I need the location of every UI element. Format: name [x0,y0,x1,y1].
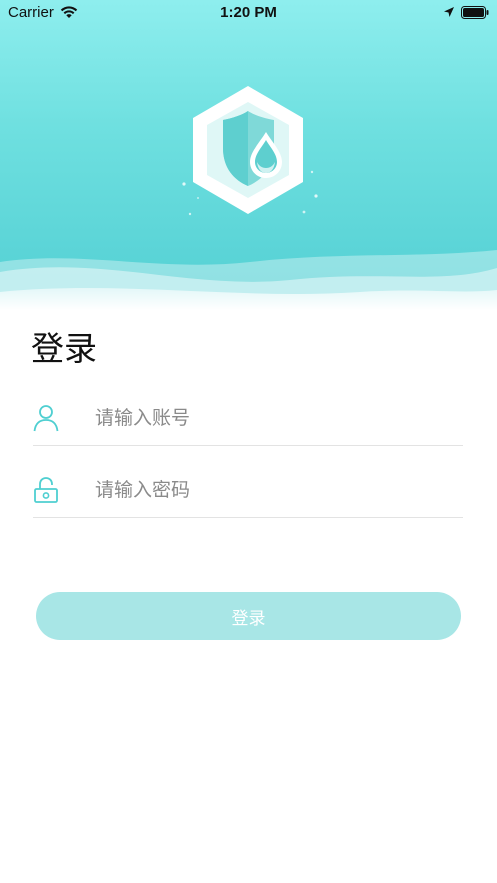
status-bar: Carrier 1:20 PM [0,0,497,28]
login-button[interactable]: 登录 [36,592,461,640]
password-input[interactable] [95,472,455,508]
location-arrow-icon [444,7,454,17]
password-field [33,468,463,518]
battery-icon [461,6,489,19]
page-title: 登录 [31,329,97,368]
account-input[interactable] [95,400,455,436]
account-field [33,396,463,446]
user-icon [33,405,59,432]
status-time: 1:20 PM [220,4,277,21]
shield-water-drop-icon [182,86,318,216]
lock-icon [34,477,58,503]
